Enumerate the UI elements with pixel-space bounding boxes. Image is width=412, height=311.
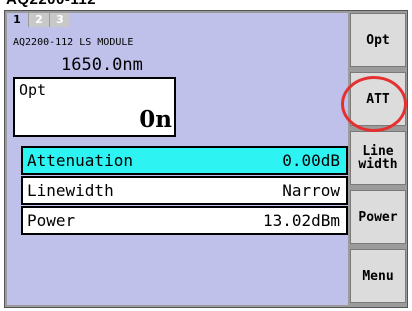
main-display-panel: 1 2 3 AQ2200-112 LS MODULE 1650.0nm Opt … — [7, 13, 348, 305]
softkey-opt[interactable]: Opt — [350, 13, 406, 67]
param-label: Power — [27, 211, 76, 230]
softkey-att[interactable]: ATT — [350, 72, 406, 126]
instrument-screen: 1 2 3 AQ2200-112 LS MODULE 1650.0nm Opt … — [4, 10, 408, 308]
tab-3[interactable]: 3 — [49, 13, 70, 27]
param-value: Narrow — [282, 181, 340, 200]
param-row-attenuation[interactable]: Attenuation 0.00dB — [21, 146, 348, 175]
softkey-power[interactable]: Power — [350, 190, 406, 244]
opt-status-value: 0n — [139, 106, 172, 133]
tab-1[interactable]: 1 — [7, 13, 27, 27]
module-name: AQ2200-112 LS MODULE — [13, 37, 134, 48]
param-value: 13.02dBm — [262, 211, 340, 230]
param-row-linewidth[interactable]: Linewidth Narrow — [21, 176, 348, 205]
softkey-linewidth[interactable]: Line width — [350, 131, 406, 185]
device-title: AQ2200-112 — [6, 0, 96, 8]
tab-strip: 1 2 3 — [7, 13, 348, 28]
opt-status-box: Opt 0n — [13, 77, 176, 137]
tab-2[interactable]: 2 — [28, 13, 49, 27]
param-label: Attenuation — [27, 151, 133, 170]
param-row-power[interactable]: Power 13.02dBm — [21, 206, 348, 235]
softkey-menu[interactable]: Menu — [350, 249, 406, 303]
wavelength-readout: 1650.0nm — [61, 55, 143, 75]
param-value: 0.00dB — [282, 151, 340, 170]
param-label: Linewidth — [27, 181, 114, 200]
opt-status-label: Opt — [19, 81, 47, 99]
